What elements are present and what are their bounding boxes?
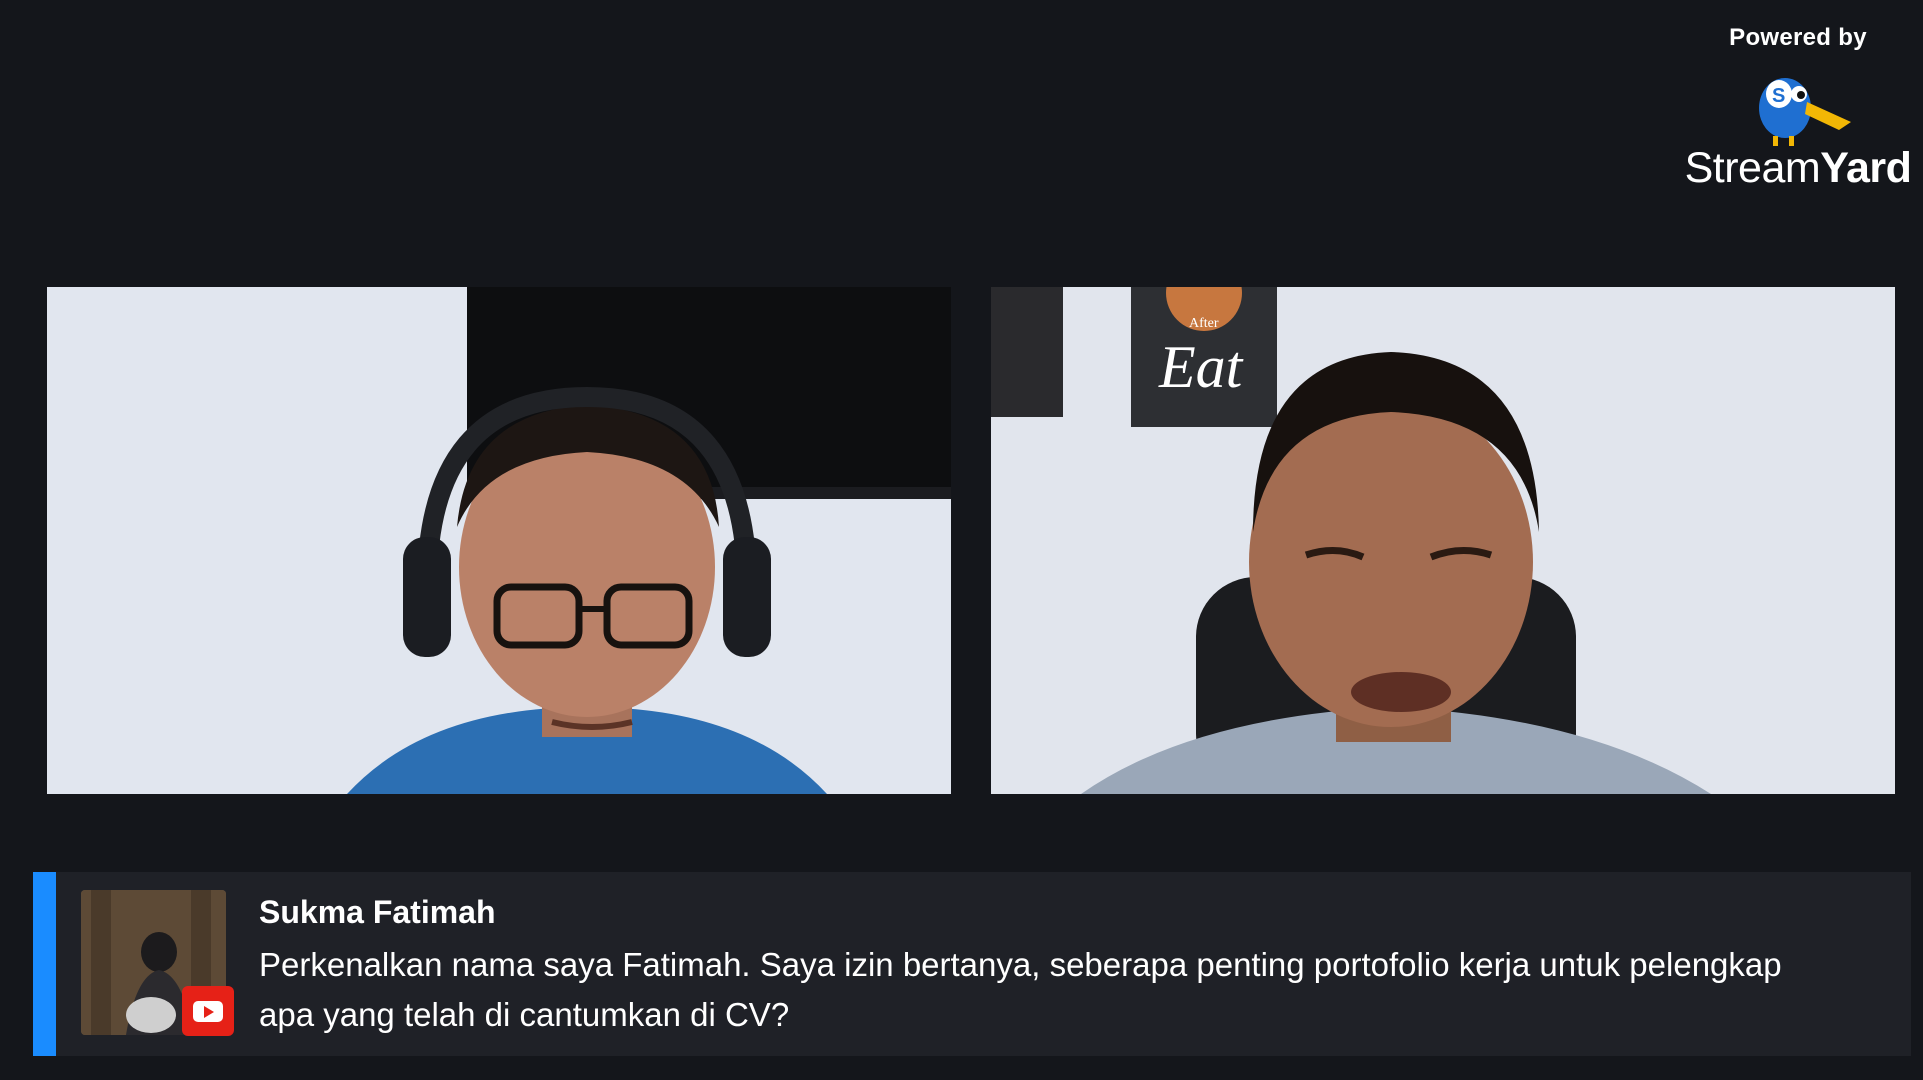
streamyard-branding: Powered by S StreamYard — [1683, 24, 1913, 193]
youtube-icon — [182, 986, 234, 1036]
wall-sign-small-text: After — [1189, 316, 1219, 331]
video-tile-right[interactable]: After Eat — [991, 287, 1895, 794]
wall-sign-text: Eat — [1158, 334, 1244, 400]
comment-accent-bar — [33, 872, 56, 1056]
video-tile-left[interactable] — [47, 287, 951, 794]
streamyard-wordmark: StreamYard — [1683, 144, 1913, 193]
wordmark-bold: Yard — [1820, 144, 1912, 192]
comment-message: Perkenalkan nama saya Fatimah. Saya izin… — [259, 946, 1782, 1033]
participant-left-video — [47, 287, 951, 794]
streamyard-bird-icon: S — [1759, 78, 1851, 146]
svg-text:S: S — [1772, 85, 1785, 107]
powered-by-label: Powered by — [1729, 24, 1867, 51]
participant-right-video: After Eat — [991, 287, 1895, 794]
comment-banner: Sukma Fatimah Perkenalkan nama saya Fati… — [33, 872, 1911, 1056]
wordmark-light: Stream — [1684, 144, 1821, 192]
comment-author: Sukma Fatimah — [259, 894, 496, 930]
